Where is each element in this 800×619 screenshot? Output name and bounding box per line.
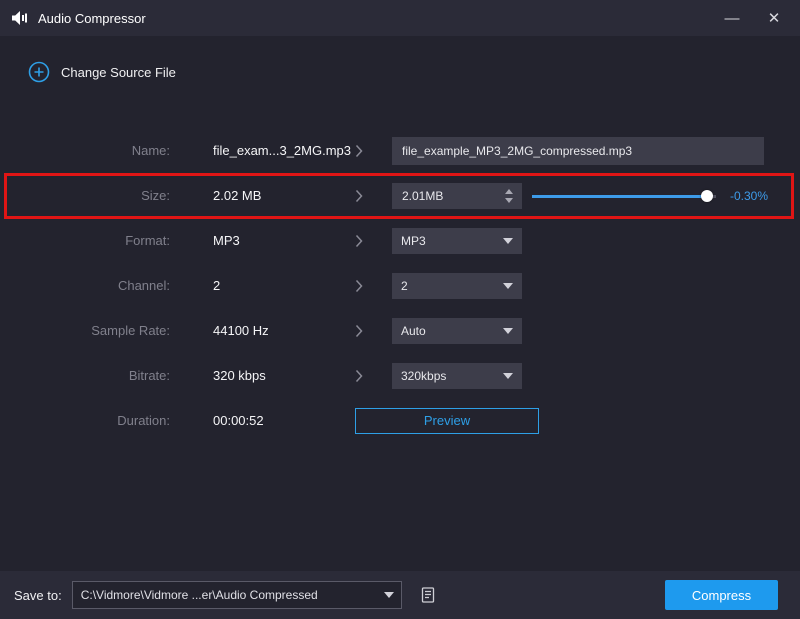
sample-rate-dropdown-value: Auto	[401, 324, 426, 338]
save-path-box[interactable]	[72, 581, 402, 609]
channel-row: Channel: 2 2	[0, 263, 800, 308]
name-row: Name: file_exam...3_2MG.mp3	[0, 128, 800, 173]
slider-knob[interactable]	[701, 190, 713, 202]
add-circle-icon	[28, 61, 50, 83]
preview-button[interactable]: Preview	[355, 408, 539, 434]
size-label: Size:	[0, 188, 170, 203]
browse-folder-icon	[418, 585, 438, 605]
bitrate-value: 320 kbps	[213, 368, 355, 383]
channel-value: 2	[213, 278, 355, 293]
name-value: file_exam...3_2MG.mp3	[213, 143, 355, 158]
size-slider[interactable]	[532, 190, 716, 202]
sample-rate-value: 44100 Hz	[213, 323, 355, 338]
settings-panel: Name: file_exam...3_2MG.mp3 Size: 2.02 M…	[0, 128, 800, 443]
format-label: Format:	[0, 233, 170, 248]
size-row: Size: 2.02 MB -0.30%	[0, 173, 800, 218]
size-spinner[interactable]	[392, 183, 522, 209]
bitrate-row: Bitrate: 320 kbps 320kbps	[0, 353, 800, 398]
format-dropdown[interactable]: MP3	[392, 228, 522, 254]
chevron-right-icon	[355, 324, 369, 338]
dropdown-arrow-icon	[503, 283, 513, 289]
bottom-bar: Save to: Compress	[0, 571, 800, 619]
sample-rate-dropdown[interactable]: Auto	[392, 318, 522, 344]
chevron-right-icon	[355, 279, 369, 293]
channel-dropdown-value: 2	[401, 279, 408, 293]
save-to-label: Save to:	[14, 588, 62, 603]
output-name-input[interactable]	[392, 137, 764, 165]
chevron-right-icon	[355, 144, 369, 158]
channel-label: Channel:	[0, 278, 170, 293]
bitrate-label: Bitrate:	[0, 368, 170, 383]
browse-folder-button[interactable]	[414, 581, 442, 609]
change-source-file-label: Change Source File	[61, 65, 176, 80]
path-dropdown-button[interactable]	[377, 592, 401, 598]
compress-button[interactable]: Compress	[665, 580, 778, 610]
dropdown-arrow-icon	[503, 373, 513, 379]
chevron-right-icon	[355, 234, 369, 248]
title-bar: Audio Compressor — ✕	[0, 0, 800, 36]
size-value: 2.02 MB	[213, 188, 355, 203]
bitrate-dropdown[interactable]: 320kbps	[392, 363, 522, 389]
chevron-right-icon	[355, 189, 369, 203]
slider-fill	[532, 195, 707, 198]
save-path-input[interactable]	[73, 588, 377, 602]
sample-rate-label: Sample Rate:	[0, 323, 170, 338]
format-dropdown-value: MP3	[401, 234, 426, 248]
speaker-icon	[12, 11, 29, 25]
window-title: Audio Compressor	[38, 11, 146, 26]
close-button[interactable]: ✕	[760, 4, 788, 32]
duration-label: Duration:	[0, 413, 170, 428]
format-row: Format: MP3 MP3	[0, 218, 800, 263]
duration-value: 00:00:52	[213, 413, 355, 428]
dropdown-arrow-icon	[384, 592, 394, 598]
sample-rate-row: Sample Rate: 44100 Hz Auto	[0, 308, 800, 353]
size-input[interactable]	[392, 189, 500, 203]
size-reduction-percent: -0.30%	[730, 189, 768, 203]
spinner-up-icon[interactable]	[505, 189, 513, 194]
change-source-file-button[interactable]: Change Source File	[28, 56, 800, 88]
channel-dropdown[interactable]: 2	[392, 273, 522, 299]
format-value: MP3	[213, 233, 355, 248]
dropdown-arrow-icon	[503, 328, 513, 334]
spinner-down-icon[interactable]	[505, 198, 513, 203]
duration-row: Duration: 00:00:52 Preview	[0, 398, 800, 443]
bitrate-dropdown-value: 320kbps	[401, 369, 446, 383]
minimize-button[interactable]: —	[718, 4, 746, 32]
dropdown-arrow-icon	[503, 238, 513, 244]
chevron-right-icon	[355, 369, 369, 383]
name-label: Name:	[0, 143, 170, 158]
